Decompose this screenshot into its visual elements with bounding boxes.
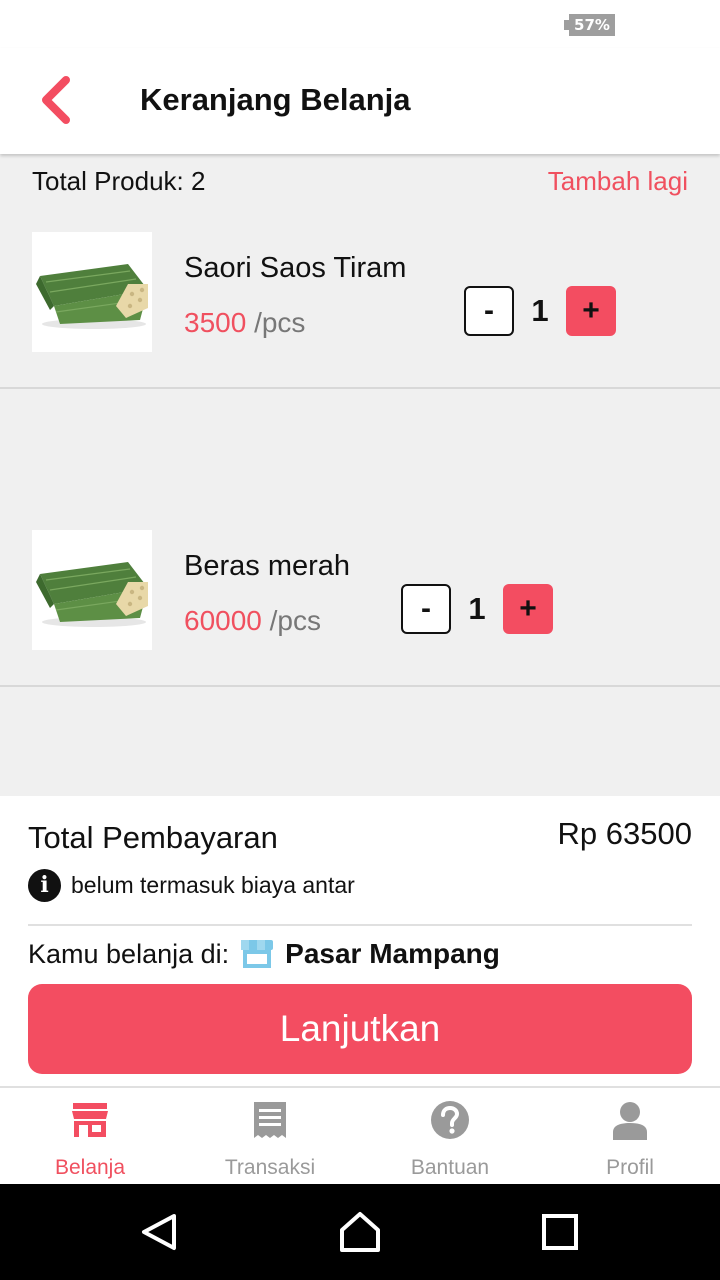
tempeh-image [36,562,148,627]
person-icon [613,1102,647,1140]
recents-icon[interactable] [538,1210,582,1254]
price-unit: /pcs [254,307,306,338]
total-products: Total Produk: 2 [32,166,205,197]
quantity-value: 1 [468,591,486,626]
product-name: Saori Saos Tiram [184,252,407,284]
status-bar: 57% [0,0,720,48]
nav-label: Belanja [54,1156,126,1179]
back-button[interactable] [28,74,84,130]
total-products-label: Total Produk: [32,166,184,196]
bottom-nav: Belanja Transaksi Bantuan Profil [0,1086,720,1184]
nav-item-belanja[interactable]: Belanja [0,1088,180,1184]
delivery-note: i belum termasuk biaya antar [28,868,355,902]
back-triangle-icon[interactable] [138,1210,182,1254]
info-icon: i [28,868,61,902]
shop-info: Kamu belanja di: Pasar Mampang [28,934,500,974]
price-value: 3500 [184,307,247,338]
decrease-quantity-button[interactable]: - [464,286,514,336]
nav-item-bantuan[interactable]: Bantuan [360,1088,540,1184]
receipt-icon [254,1102,286,1138]
delivery-note-text: belum termasuk biaya antar [71,871,355,898]
price-unit: /pcs [269,605,322,636]
add-more-link[interactable]: Tambah lagi [548,166,688,197]
tempeh-image [36,264,148,329]
chevron-left-icon [42,76,70,124]
quantity-stepper: - 1 + [401,584,553,634]
nav-label: Transaksi [224,1156,316,1179]
product-image [32,530,152,650]
product-price: 3500 /pcs [184,307,305,339]
home-icon[interactable] [338,1210,382,1254]
app-header: Keranjang Belanja [0,48,720,154]
total-payment-value: Rp 63500 [557,816,692,851]
nav-label: Bantuan [410,1156,490,1179]
store-icon [72,1103,108,1137]
system-nav-bar [0,1184,720,1280]
decrease-quantity-button[interactable]: - [401,584,451,634]
shop-label: Kamu belanja di: [28,938,230,969]
nav-label: Profil [606,1156,654,1179]
increase-quantity-button[interactable]: + [566,286,616,336]
shop-name: Pasar Mampang [285,938,500,969]
product-price: 60000 /pcs [184,605,321,637]
market-icon [241,940,274,968]
quantity-value: 1 [531,293,549,328]
price-value: 60000 [184,605,262,636]
nav-item-profil[interactable]: Profil [540,1088,720,1184]
nav-item-transaksi[interactable]: Transaksi [180,1088,360,1184]
product-name: Beras merah [184,550,351,582]
total-products-count: 2 [190,166,206,196]
battery-level: 57% [569,14,615,36]
help-icon [431,1101,469,1139]
divider [28,924,692,926]
checkout-panel: Total Pembayaran Rp 63500 i belum termas… [0,796,720,1086]
battery-indicator: 57% [564,14,615,36]
page-title: Keranjang Belanja [140,82,411,117]
cart-item: Beras merah 60000 /pcs - 1 + [0,389,720,687]
total-payment-label: Total Pembayaran [28,820,278,855]
cart-content: Saori Saos Tiram 3500 /pcs - 1 + Beras m… [0,154,720,796]
quantity-stepper: - 1 + [464,286,616,336]
product-image [32,232,152,352]
continue-button[interactable]: Lanjutkan [28,984,692,1074]
cart-summary-row: Total Produk: 2 Tambah lagi [32,166,688,196]
increase-quantity-button[interactable]: + [503,584,553,634]
